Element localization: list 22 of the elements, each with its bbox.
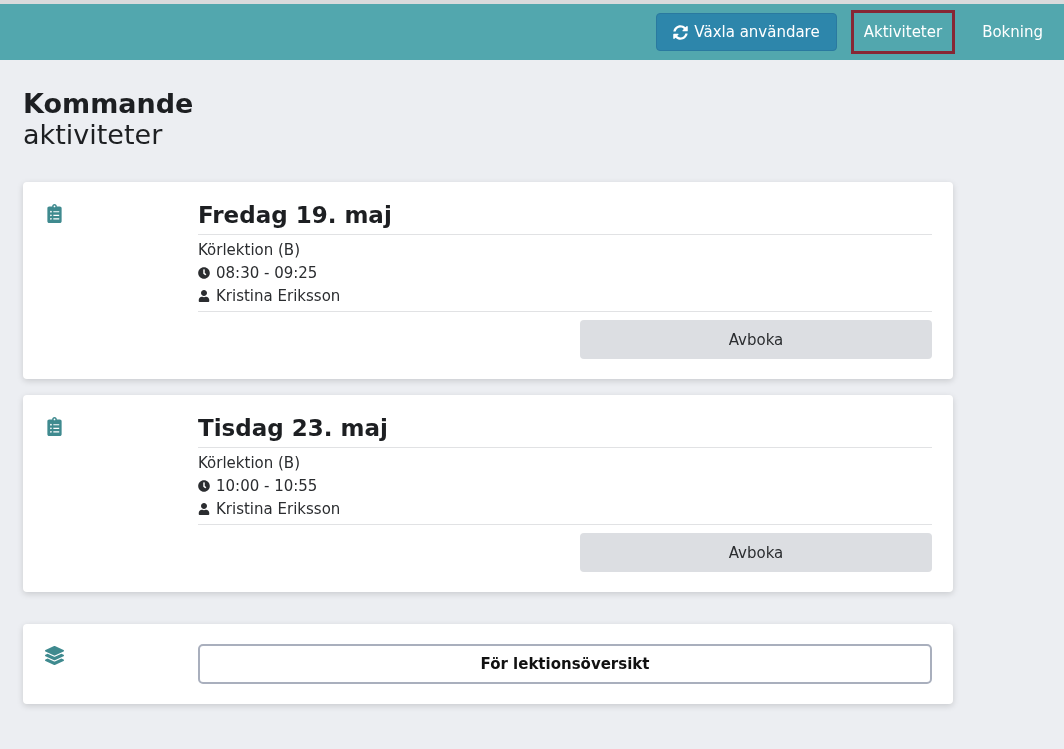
activity-date: Fredag 19. maj xyxy=(198,202,932,235)
lesson-type: Körlektion (B) xyxy=(198,454,301,472)
person-icon xyxy=(198,503,210,515)
person-icon xyxy=(198,290,210,302)
clipboard-icon xyxy=(45,417,64,436)
stack-icon xyxy=(45,646,64,665)
cancel-button[interactable]: Avboka xyxy=(580,533,932,572)
instructor-name: Kristina Eriksson xyxy=(216,287,341,305)
lesson-time: 10:00 - 10:55 xyxy=(216,477,318,495)
cancel-button[interactable]: Avboka xyxy=(580,320,932,359)
lesson-overview-button[interactable]: För lektionsöversikt xyxy=(198,644,932,684)
switch-user-button[interactable]: Växla användare xyxy=(656,13,837,51)
activity-date: Tisdag 23. maj xyxy=(198,415,932,448)
clock-icon xyxy=(198,267,210,279)
refresh-icon xyxy=(673,24,689,40)
lesson-time: 08:30 - 09:25 xyxy=(216,264,318,282)
lesson-type: Körlektion (B) xyxy=(198,241,301,259)
instructor-name: Kristina Eriksson xyxy=(216,500,341,518)
clipboard-icon xyxy=(45,204,64,223)
page-title: Kommande xyxy=(23,88,195,119)
page-subtitle: aktiviteter xyxy=(23,119,164,150)
clock-icon xyxy=(198,480,210,492)
